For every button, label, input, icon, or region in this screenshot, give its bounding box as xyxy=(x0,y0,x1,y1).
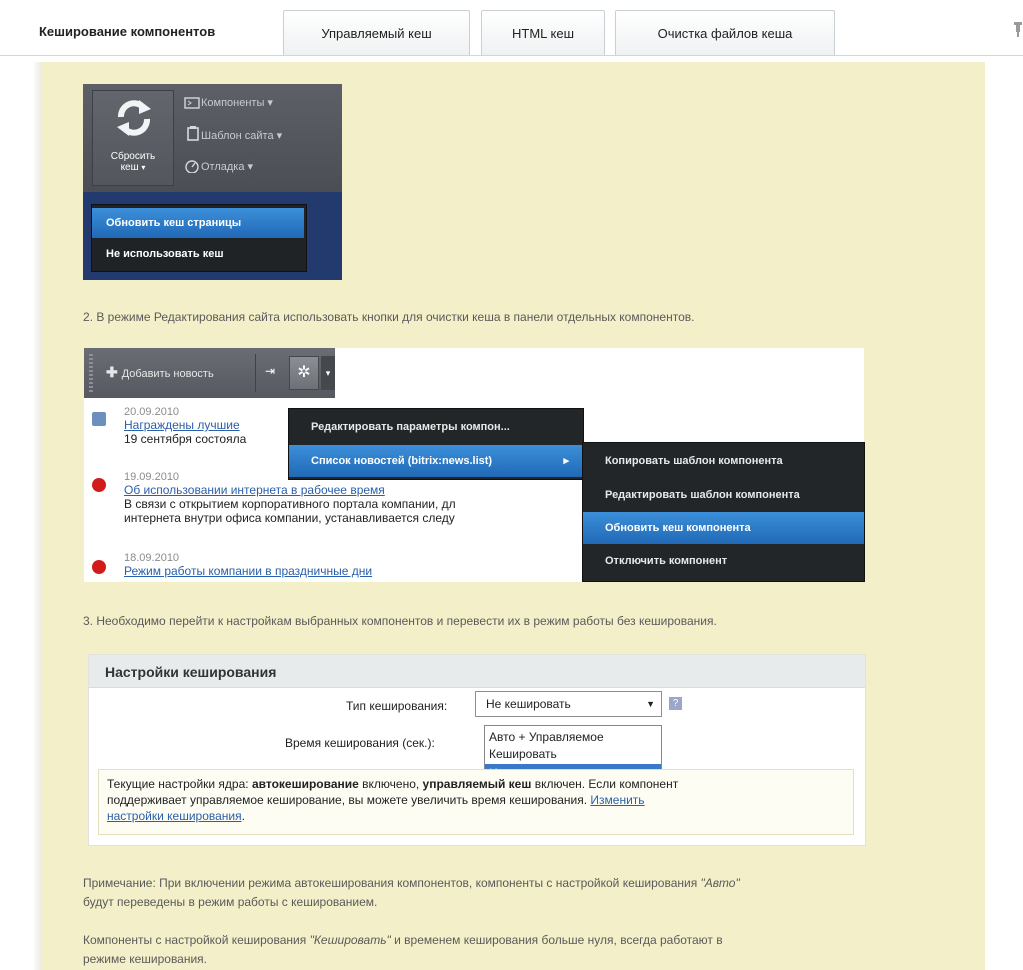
alert-icon xyxy=(92,478,106,492)
reset-cache-dropdown: Обновить кеш страницы Не использовать ке… xyxy=(91,204,307,272)
news-item: 18.09.2010 Режим работы компании в празд… xyxy=(124,552,372,578)
component-context-menu: Редактировать параметры компон... Список… xyxy=(288,408,584,480)
core-settings-note: Текущие настройки ядра: автокеширование … xyxy=(98,769,854,835)
component-submenu: Копировать шаблон компонента Редактирова… xyxy=(582,442,865,582)
chevron-down-icon[interactable]: ▾ xyxy=(321,356,335,390)
note-italic: "Авто" xyxy=(700,876,740,890)
cache-mode-note: Компоненты с настройкой кеширования "Кеш… xyxy=(83,931,723,969)
note-text: будут переведены в режим работы с кеширо… xyxy=(83,895,378,909)
cache-settings-panel: Настройки кеширования Тип кеширования: Н… xyxy=(88,654,866,846)
admin-panel-toolbar: Сбросить кеш ▾ Компоненты ▾ Шаблон сайта… xyxy=(83,84,342,192)
option-cache[interactable]: Кешировать xyxy=(485,745,661,763)
note-bold-managed-cache: управляемый кеш xyxy=(422,777,532,791)
menu-debug-label: Отладка xyxy=(201,161,245,173)
content-shadow xyxy=(34,62,42,970)
step2-text: 2. В режиме Редактирования сайта использ… xyxy=(83,310,695,324)
tab-html-cache[interactable]: HTML кеш xyxy=(481,10,605,56)
tab-clear-cache-files[interactable]: Очистка файлов кеша xyxy=(615,10,835,56)
note-text: поддерживает управляемое кеширование, вы… xyxy=(107,793,591,807)
note-text: Текущие настройки ядра: xyxy=(107,777,252,791)
gear-icon[interactable]: ✲ xyxy=(289,356,319,390)
news-text: 19 сентября состояла xyxy=(124,432,247,446)
news-list-item[interactable]: Список новостей (bitrix:news.list) ▸ xyxy=(289,445,583,477)
menu-components-label: Компоненты xyxy=(201,97,265,109)
pin-icon[interactable]: ⇥ xyxy=(265,364,275,378)
news-date: 20.09.2010 xyxy=(124,406,180,418)
news-title-link[interactable]: Режим работы компании в праздничные дни xyxy=(124,564,372,578)
component-toolbar: ✚ Добавить новость ⇥ ✲ ▾ xyxy=(84,348,335,398)
refresh-component-cache-item[interactable]: Обновить кеш компонента xyxy=(583,512,864,544)
chevron-right-icon: ▸ xyxy=(563,455,569,467)
tab-label: Кеширование компонентов xyxy=(39,24,216,39)
cache-type-select[interactable]: Не кешировать ▼ xyxy=(475,691,662,717)
add-news-button[interactable]: ✚ Добавить новость xyxy=(106,364,214,381)
note-text: . xyxy=(241,809,245,823)
copy-template-item[interactable]: Копировать шаблон компонента xyxy=(583,445,864,477)
tab-component-caching[interactable]: Кеширование компонентов xyxy=(16,6,268,56)
cache-type-label: Тип кеширования: xyxy=(346,699,448,713)
drag-handle-icon[interactable] xyxy=(89,354,93,392)
add-news-label: Добавить новость xyxy=(121,368,214,380)
reset-label-line2: кеш xyxy=(120,162,139,173)
pin-icon[interactable] xyxy=(1013,20,1023,38)
settings-header: Настройки кеширования xyxy=(89,655,865,688)
settings-title: Настройки кеширования xyxy=(105,664,277,680)
news-document-icon xyxy=(92,412,106,426)
chevron-down-icon: ▼ xyxy=(646,699,655,709)
cache-type-value: Не кешировать xyxy=(486,697,571,711)
note-text: включено, xyxy=(358,777,423,791)
note-bold-autocache: автокеширование xyxy=(251,777,359,791)
plus-icon: ✚ xyxy=(106,364,118,380)
component-panel-screenshot: ✚ Добавить новость ⇥ ✲ ▾ 20.09.2010 Награ… xyxy=(84,348,865,582)
alert-icon xyxy=(92,560,106,574)
step3-text: 3. Необходимо перейти к настройкам выбра… xyxy=(83,614,717,628)
edit-component-params-item[interactable]: Редактировать параметры компон... xyxy=(289,411,583,443)
cache-time-label: Время кеширования (сек.): xyxy=(285,736,435,750)
tab-bar: Кеширование компонентов Управляемый кеш … xyxy=(0,0,1023,62)
change-settings-link[interactable]: настройки кеширования xyxy=(107,809,242,823)
template-icon xyxy=(186,126,202,141)
note-text: включен. Если компонент xyxy=(531,777,679,791)
news-item: 20.09.2010 Награждены лучшие 19 сентября… xyxy=(124,406,246,446)
admin-panel-screenshot: Сбросить кеш ▾ Компоненты ▾ Шаблон сайта… xyxy=(83,84,342,280)
news-title-link[interactable]: Награждены лучшие xyxy=(124,418,246,432)
change-settings-link[interactable]: Изменить xyxy=(590,793,644,807)
reset-cache-label: Сбросить кеш ▾ xyxy=(93,151,173,173)
note-text: режиме кеширования. xyxy=(83,952,208,966)
news-title-link[interactable]: Об использовании интернета в рабочее вре… xyxy=(124,483,456,497)
edit-template-item[interactable]: Редактировать шаблон компонента xyxy=(583,479,864,511)
help-icon[interactable]: ? xyxy=(669,697,682,710)
disable-cache-item[interactable]: Не использовать кеш xyxy=(92,239,304,269)
tab-label: Управляемый кеш xyxy=(321,26,432,41)
note-italic: "Кешировать" xyxy=(309,933,391,947)
reset-label-line1: Сбросить xyxy=(110,151,156,162)
news-date: 18.09.2010 xyxy=(124,552,180,564)
chevron-down-icon: ▾ xyxy=(141,163,146,172)
tab-label: HTML кеш xyxy=(511,26,574,41)
toolbar-divider xyxy=(255,354,256,392)
refresh-page-cache-item[interactable]: Обновить кеш страницы xyxy=(92,208,304,238)
components-icon xyxy=(184,96,200,110)
tab-managed-cache[interactable]: Управляемый кеш xyxy=(283,10,470,56)
autocache-note: Примечание: При включении режима автокеш… xyxy=(83,874,740,912)
refresh-icon xyxy=(117,100,151,136)
disable-component-item[interactable]: Отключить компонент xyxy=(583,545,864,577)
menu-template-label: Шаблон сайта xyxy=(201,130,274,142)
debug-gauge-icon xyxy=(184,159,200,174)
news-text: интернета внутри офиса компании, устанав… xyxy=(124,511,455,525)
note-text: Примечание: При включении режима автокеш… xyxy=(83,876,701,890)
tab-divider xyxy=(0,55,1023,56)
news-text: В связи с открытием корпоративного порта… xyxy=(124,497,456,511)
menu-components[interactable]: Компоненты ▾ xyxy=(201,96,273,110)
news-list-label: Список новостей (bitrix:news.list) xyxy=(311,455,493,467)
option-auto-managed[interactable]: Авто + Управляемое xyxy=(485,728,661,746)
reset-cache-button[interactable]: Сбросить кеш ▾ xyxy=(92,90,174,186)
note-text: и временем кеширования больше нуля, всег… xyxy=(390,933,723,947)
menu-site-template[interactable]: Шаблон сайта ▾ xyxy=(201,129,282,143)
tab-label: Очистка файлов кеша xyxy=(657,26,793,41)
note-text: Компоненты с настройкой кеширования xyxy=(83,933,310,947)
menu-debug[interactable]: Отладка ▾ xyxy=(201,160,253,174)
